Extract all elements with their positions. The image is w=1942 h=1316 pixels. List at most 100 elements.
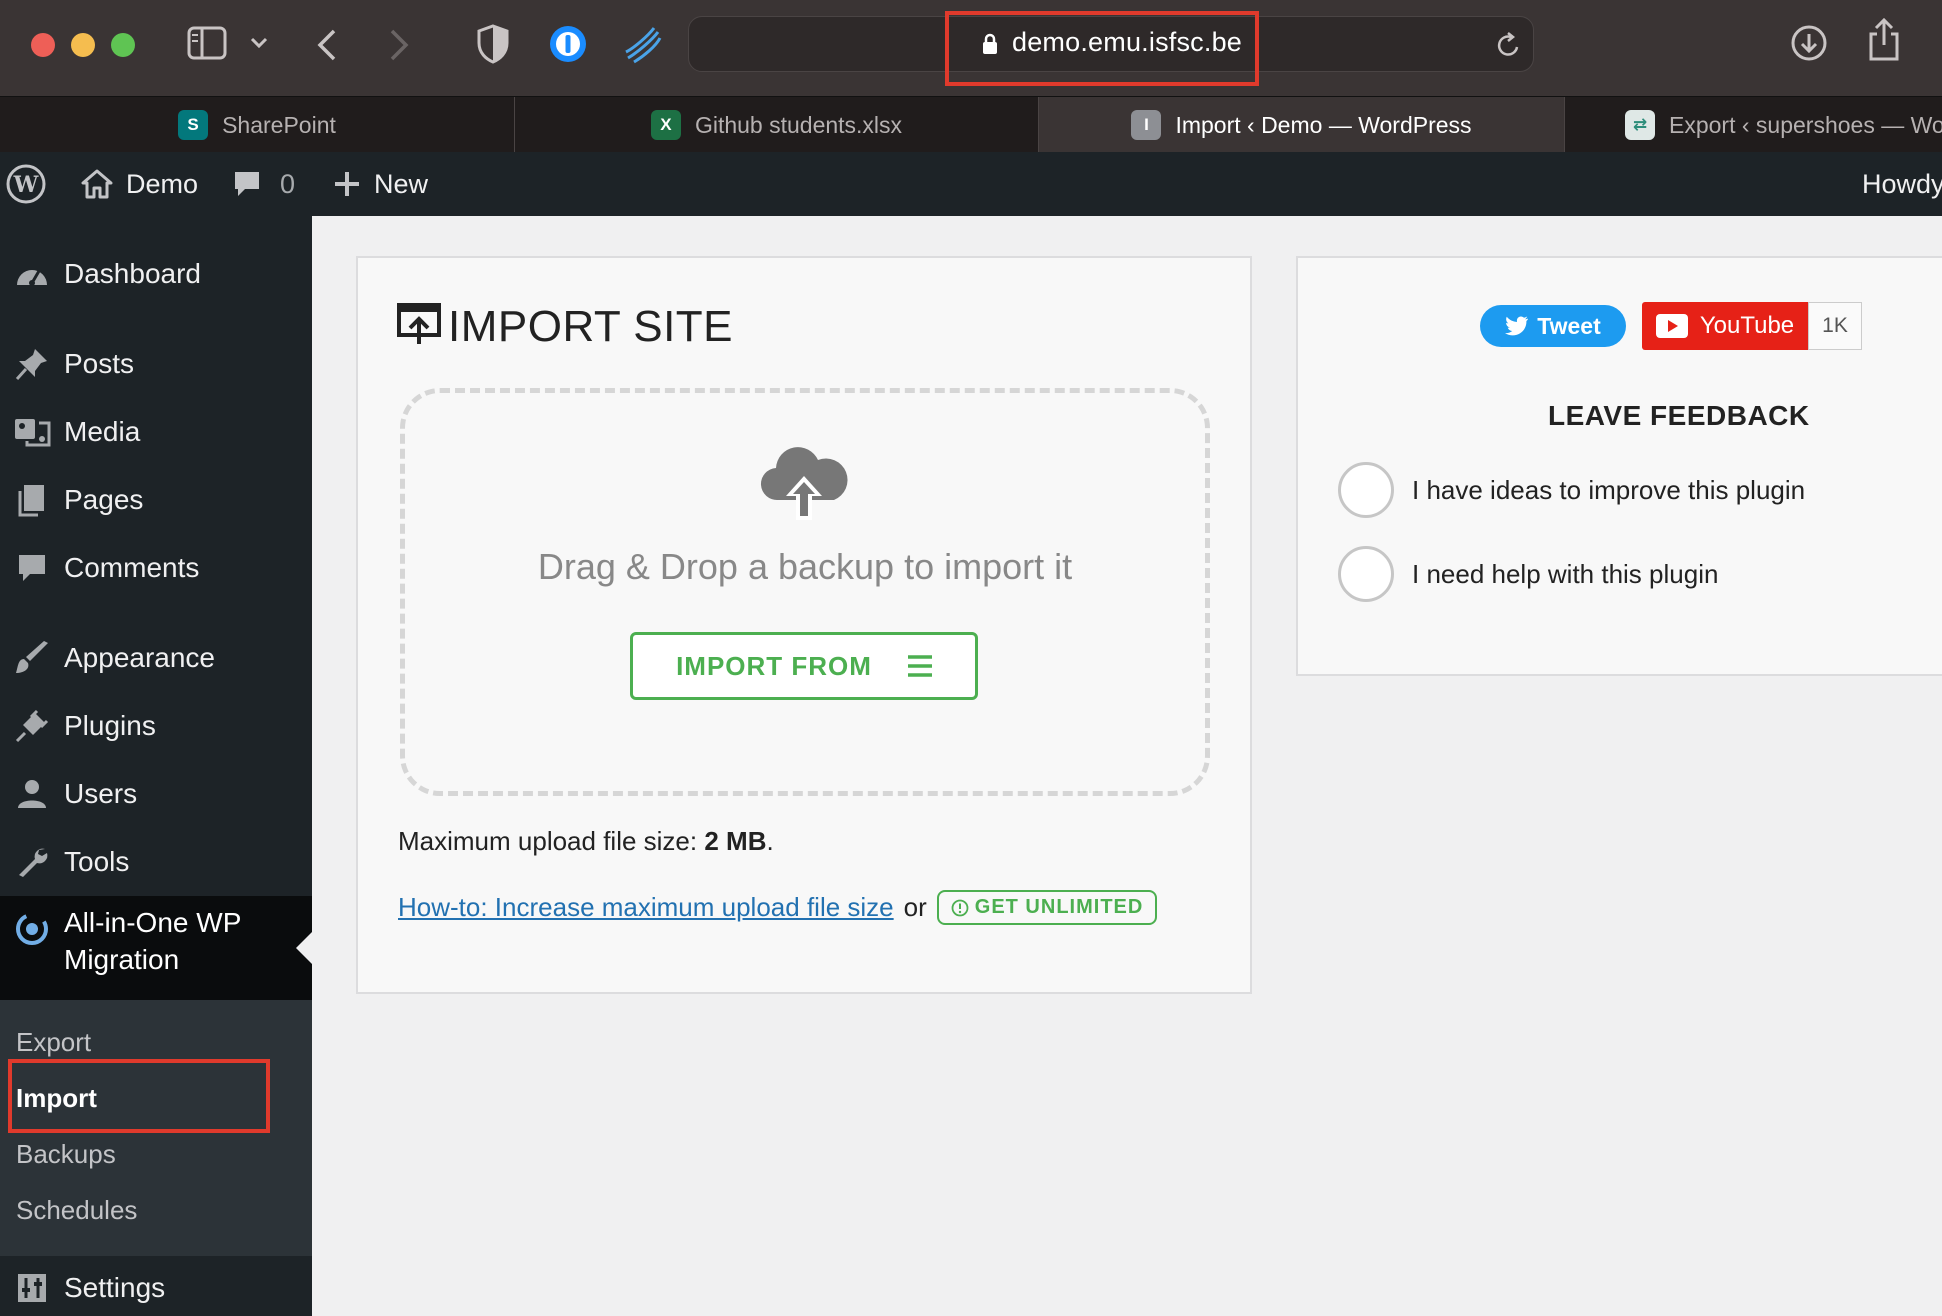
dashboard-icon	[17, 270, 47, 286]
import-site-icon	[397, 303, 441, 344]
radio-help[interactable]	[1338, 546, 1394, 602]
new-content-menu[interactable]: New	[332, 152, 428, 216]
svg-text:W: W	[13, 172, 39, 198]
share-icon[interactable]	[1866, 18, 1902, 62]
sidebar-item-plugins[interactable]: Plugins	[0, 698, 312, 754]
howdy-label: Howdy	[1862, 168, 1942, 199]
sidebar-item-label: All-in-One WP	[64, 907, 242, 938]
howdy-account-menu[interactable]: Howdy	[1862, 152, 1942, 216]
sidebar-item-label: Appearance	[64, 642, 216, 673]
pages-icon	[18, 485, 44, 517]
menu-lines-icon	[907, 655, 932, 677]
tab-label: Export ‹ supershoes — Wo	[1669, 111, 1942, 138]
sidebar-item-appearance[interactable]: Appearance	[0, 630, 312, 686]
sidebar-item-comments[interactable]: Comments	[0, 540, 312, 596]
import-from-button[interactable]: IMPORT FROM	[630, 632, 978, 700]
feedback-option-help[interactable]: I need help with this plugin	[1338, 546, 1718, 602]
sidebar-item-label: Pages	[64, 484, 144, 515]
tab-label: SharePoint	[222, 111, 336, 138]
home-icon	[81, 169, 113, 199]
tab-github-students[interactable]: X Github students.xlsx	[515, 97, 1039, 153]
or-text: or	[903, 892, 927, 922]
sidebar-item-label: Tools	[64, 846, 130, 877]
sidebar-item-media[interactable]: Media	[0, 404, 312, 460]
sidebar-item-dashboard[interactable]: Dashboard	[0, 246, 312, 302]
drag-drop-text: Drag & Drop a backup to import it	[537, 546, 1073, 587]
sidebar-item-label: Posts	[64, 348, 135, 379]
pin-icon	[15, 349, 47, 381]
sidebar-item-label: Users	[64, 778, 138, 809]
tab-sharepoint[interactable]: S SharePoint	[0, 97, 515, 153]
sidebar-item-settings[interactable]: Settings	[0, 1260, 312, 1316]
site-name: Demo	[126, 168, 199, 199]
comments-menu[interactable]: 0	[232, 152, 295, 216]
excel-icon: X	[650, 110, 681, 140]
twitter-bird-icon	[1505, 316, 1529, 336]
submenu-item-schedules[interactable]: Schedules	[16, 1195, 137, 1226]
sidebar-item-pages[interactable]: Pages	[0, 472, 312, 528]
feedback-option-label: I need help with this plugin	[1412, 558, 1719, 589]
max-size-value: 2 MB	[704, 826, 767, 856]
user-icon	[18, 780, 46, 808]
forward-icon[interactable]	[388, 28, 410, 62]
site-name-menu[interactable]: Demo	[80, 152, 198, 216]
tab-export-supershoes[interactable]: ⇄ Export ‹ supershoes — Wo	[1565, 97, 1942, 153]
max-upload-size-text: Maximum upload file size: 2 MB.	[398, 826, 774, 857]
chevron-down-icon[interactable]	[250, 36, 268, 50]
tab-import-wordpress[interactable]: I Import ‹ Demo — WordPress	[1039, 97, 1565, 153]
sidebar-item-label: Settings	[64, 1272, 166, 1303]
downloads-icon[interactable]	[1790, 24, 1828, 62]
tab-bar: S SharePoint X Github students.xlsx I Im…	[0, 96, 1942, 153]
sidebar-item-label: Plugins	[64, 710, 156, 741]
migration-icon	[16, 913, 48, 945]
maximize-window-button[interactable]	[111, 33, 135, 57]
sidebar-item-all-in-one-wp-migration[interactable]: All-in-One WP Migration	[0, 904, 312, 998]
sharepoint-icon: S	[178, 110, 209, 140]
submenu-item-backups[interactable]: Backups	[16, 1139, 116, 1170]
tab-label: Github students.xlsx	[694, 111, 903, 138]
youtube-label: YouTube	[1699, 312, 1795, 339]
leave-feedback-title: LEAVE FEEDBACK	[1548, 400, 1810, 431]
media-icon	[15, 419, 51, 447]
tweet-label: Tweet	[1537, 312, 1601, 339]
cloud-upload-icon	[760, 447, 848, 520]
url-highlight-annotation	[945, 11, 1259, 86]
close-window-button[interactable]	[31, 33, 55, 57]
info-circle-icon	[951, 899, 969, 916]
get-unlimited-label: GET UNLIMITED	[974, 896, 1144, 918]
new-label: New	[374, 168, 429, 199]
reload-icon[interactable]	[1496, 31, 1522, 59]
wp-logo-menu[interactable]: W	[6, 152, 46, 216]
extension-icon[interactable]	[620, 22, 664, 66]
tab-label: Import ‹ Demo — WordPress	[1175, 111, 1472, 138]
max-size-label: Maximum upload file size:	[398, 826, 698, 856]
tweet-button[interactable]: Tweet	[1480, 305, 1626, 347]
password-manager-icon[interactable]	[548, 24, 588, 64]
back-icon[interactable]	[316, 28, 338, 62]
sidebar-item-tools[interactable]: Tools	[0, 834, 312, 890]
sidebar-item-label: Dashboard	[64, 258, 201, 289]
submenu-item-export[interactable]: Export	[16, 1027, 91, 1058]
import-site-title: IMPORT SITE	[448, 302, 734, 351]
feedback-option-label: I have ideas to improve this plugin	[1412, 474, 1806, 505]
import-highlight-annotation	[8, 1059, 270, 1133]
sidebar-item-label-line2: Migration	[64, 944, 180, 975]
sidebar-item-label: Comments	[64, 552, 200, 583]
plug-icon	[15, 709, 49, 743]
sidebar-item-posts[interactable]: Posts	[0, 336, 312, 392]
current-menu-arrow	[296, 932, 312, 964]
minimize-window-button[interactable]	[71, 33, 95, 57]
sidebar-toggle-icon[interactable]	[187, 26, 227, 60]
wordpress-logo-icon: W	[6, 164, 46, 204]
howto-increase-size-link[interactable]: How-to: Increase maximum upload file siz…	[398, 892, 894, 923]
shield-icon[interactable]	[476, 24, 510, 64]
feedback-option-ideas[interactable]: I have ideas to improve this plugin	[1338, 462, 1805, 518]
brush-icon	[16, 641, 48, 673]
howto-row: How-to: Increase maximum upload file siz…	[398, 890, 1158, 925]
sidebar-item-users[interactable]: Users	[0, 766, 312, 822]
youtube-subscribe-button[interactable]: YouTube	[1642, 302, 1808, 350]
plus-icon	[335, 172, 359, 196]
get-unlimited-button[interactable]: GET UNLIMITED	[936, 890, 1158, 925]
wp-admin-bar: W Demo 0 New Howdy	[0, 152, 1942, 216]
radio-ideas[interactable]	[1338, 462, 1394, 518]
